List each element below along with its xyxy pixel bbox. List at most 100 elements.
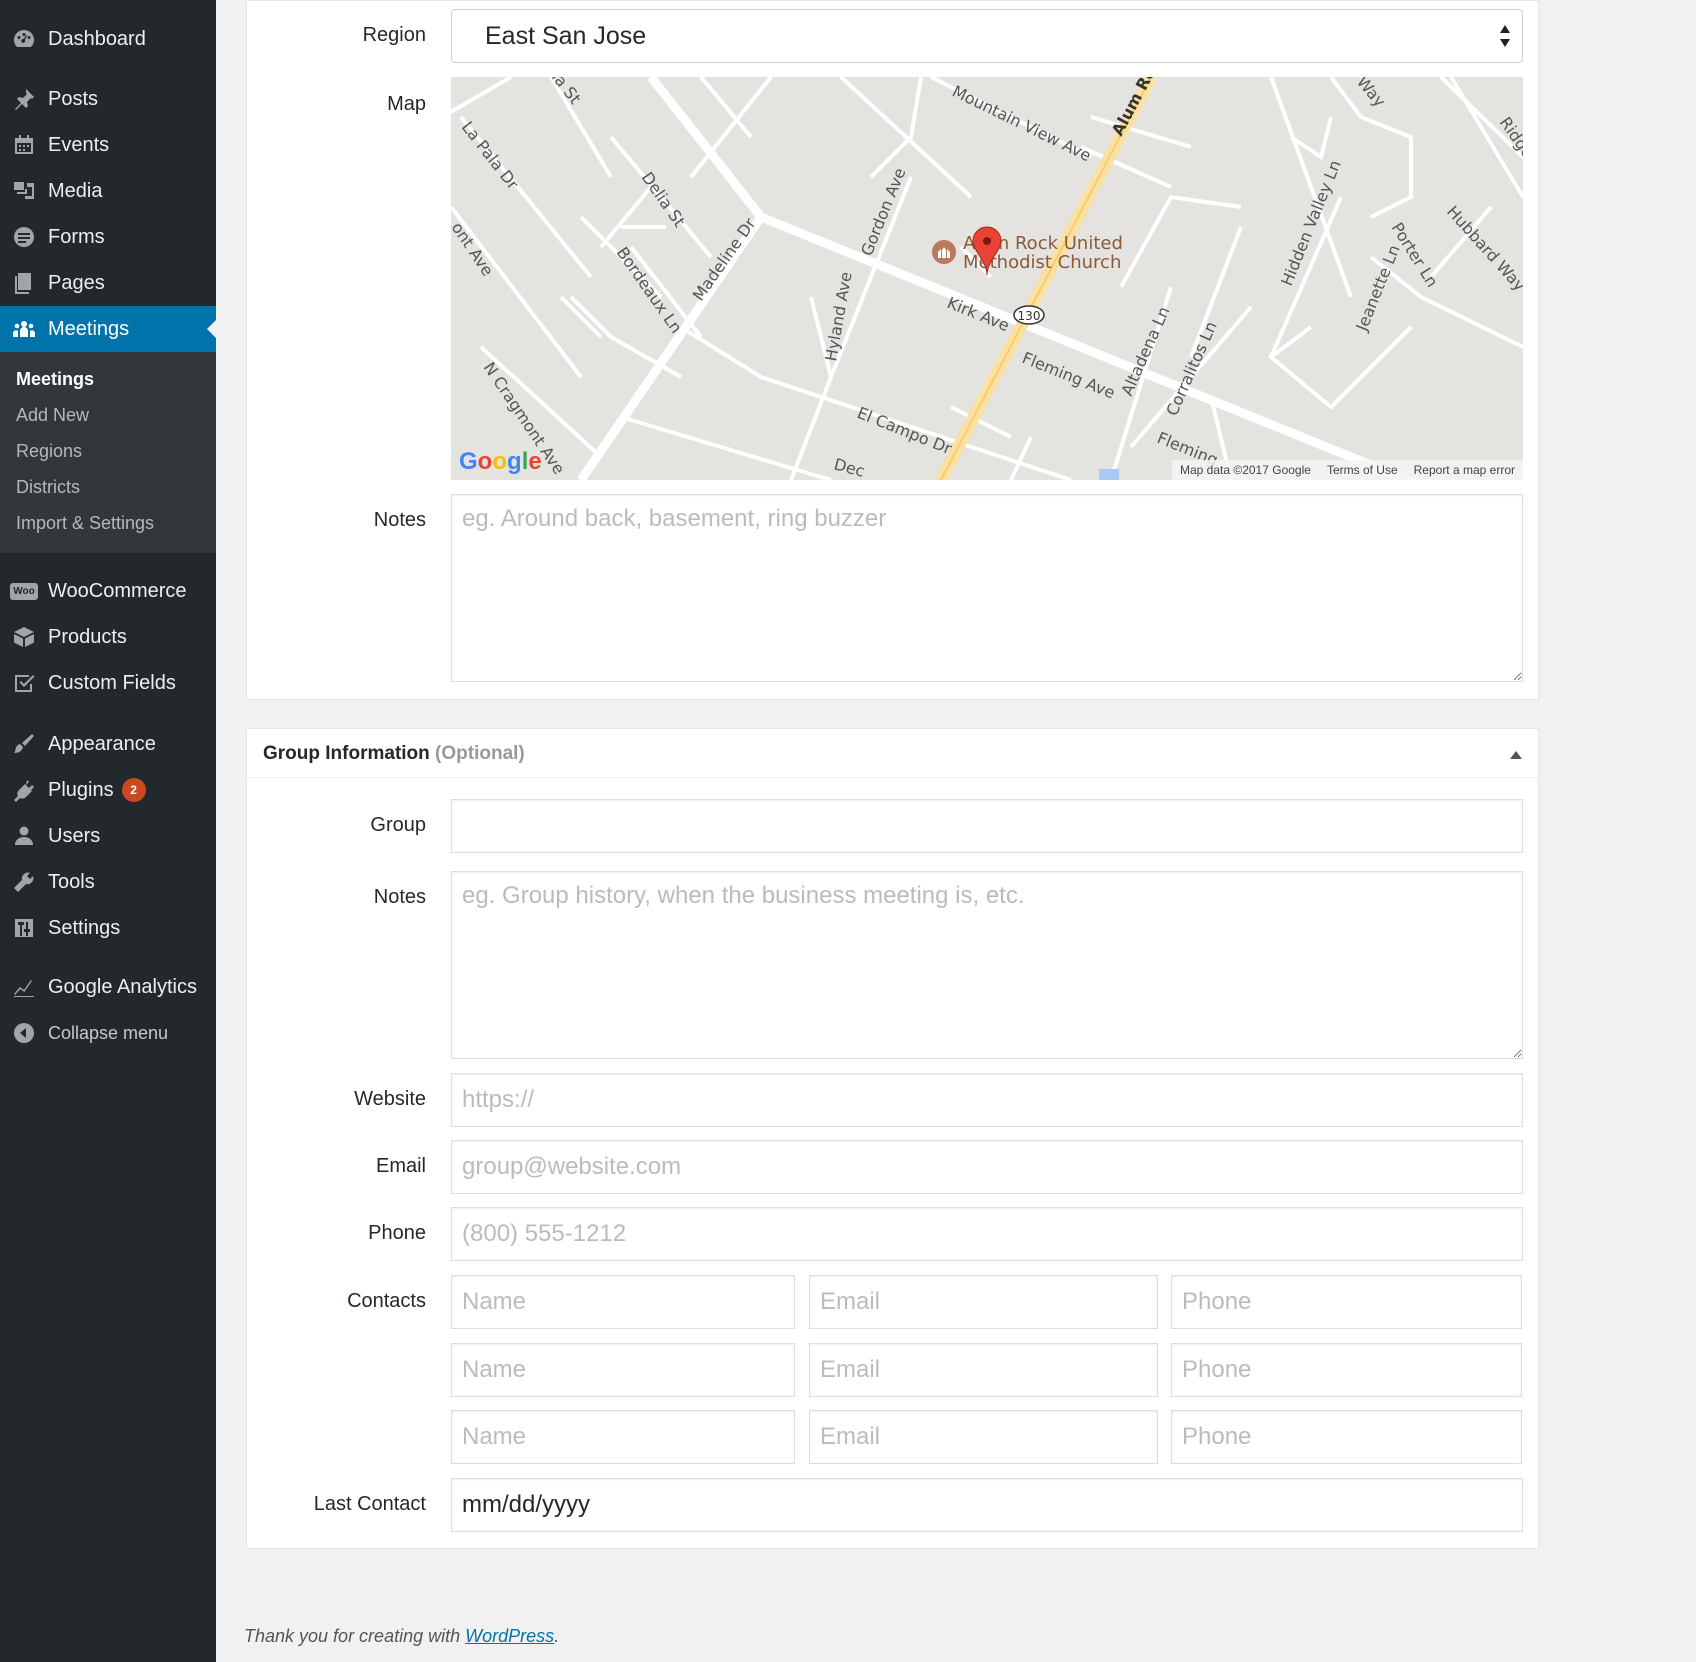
- brush-icon: [0, 732, 48, 756]
- menu-tools[interactable]: Tools: [0, 859, 216, 905]
- group-panel-title: Group Information (Optional): [263, 743, 525, 765]
- menu-plugins[interactable]: Plugins 2: [0, 767, 216, 813]
- admin-sidebar: Dashboard Posts Events Media Forms Pages…: [0, 0, 216, 1662]
- region-select[interactable]: East San Jose: [451, 9, 1523, 63]
- menu-forms[interactable]: Forms: [0, 214, 216, 260]
- footer-text: Thank you for creating with: [244, 1626, 461, 1646]
- dashboard-icon: [0, 27, 48, 51]
- contact-phone-input[interactable]: [1171, 1410, 1522, 1464]
- update-count-badge: 2: [121, 778, 146, 802]
- forms-icon: [0, 225, 48, 249]
- contact-email-input[interactable]: [809, 1343, 1158, 1397]
- menu-media[interactable]: Media: [0, 168, 216, 214]
- map-data-text: Map data ©2017 Google: [1180, 463, 1311, 477]
- calendar-icon: [0, 133, 48, 157]
- submenu-add-new[interactable]: Add New: [16, 405, 89, 426]
- select-arrows-icon: [1500, 25, 1510, 47]
- date-format-text: mm/dd/yyyy: [462, 1491, 591, 1518]
- submenu-meetings[interactable]: Meetings: [16, 369, 94, 390]
- menu-label: Google Analytics: [48, 975, 197, 998]
- menu-label: Forms: [48, 225, 105, 248]
- menu-label: Appearance: [48, 732, 156, 755]
- location-notes-label: Notes: [373, 509, 426, 531]
- menu-label: Tools: [48, 870, 95, 893]
- group-title-text: Group Information: [263, 743, 430, 764]
- menu-label: Plugins: [48, 778, 114, 801]
- map-label: Map: [387, 93, 426, 115]
- route-number: 130: [1018, 309, 1041, 323]
- menu-label: Dashboard: [48, 27, 146, 50]
- email-input[interactable]: [451, 1140, 1523, 1194]
- phone-label: Phone: [368, 1222, 426, 1244]
- menu-label: Media: [48, 179, 103, 202]
- collapse-arrow-icon[interactable]: [1510, 751, 1522, 759]
- website-input[interactable]: [451, 1073, 1523, 1127]
- menu-label: Meetings: [48, 317, 130, 340]
- contact-email-input[interactable]: [809, 1275, 1158, 1329]
- wrench-icon: [0, 870, 48, 894]
- google-logo: Google: [459, 448, 542, 475]
- region-label: Region: [362, 24, 426, 46]
- admin-footer: Thank you for creating with WordPress.: [244, 1626, 559, 1647]
- contact-name-input[interactable]: [451, 1410, 795, 1464]
- group-label: Group: [370, 814, 426, 836]
- menu-users[interactable]: Users: [0, 813, 216, 859]
- meetings-submenu: Meetings Add New Regions Districts Impor…: [0, 352, 216, 553]
- menu-appearance[interactable]: Appearance: [0, 721, 216, 767]
- menu-label: Posts: [48, 87, 99, 110]
- settings-icon: [0, 916, 48, 940]
- collapse-menu-button[interactable]: Collapse menu: [0, 1010, 216, 1056]
- menu-label: WooCommerce: [48, 579, 187, 602]
- group-panel-header[interactable]: Group Information (Optional): [247, 729, 1538, 778]
- plug-icon: [0, 778, 48, 802]
- menu-label: Users: [48, 824, 101, 847]
- menu-pages[interactable]: Pages: [0, 260, 216, 306]
- user-icon: [0, 824, 48, 848]
- submenu-import-settings[interactable]: Import & Settings: [16, 513, 154, 534]
- phone-input[interactable]: [451, 1207, 1523, 1261]
- menu-events[interactable]: Events: [0, 122, 216, 168]
- chart-line-icon: [0, 975, 48, 999]
- contact-phone-input[interactable]: [1171, 1343, 1522, 1397]
- contact-phone-input[interactable]: [1171, 1275, 1522, 1329]
- map-canvas: 130 La Pala Dr Delia St Bordeaux Ln Made…: [451, 77, 1523, 480]
- menu-woocommerce[interactable]: Woo WooCommerce: [0, 568, 216, 614]
- pages-icon: [0, 271, 48, 295]
- contact-email-input[interactable]: [809, 1410, 1158, 1464]
- menu-posts[interactable]: Posts: [0, 76, 216, 122]
- menu-settings[interactable]: Settings: [0, 905, 216, 951]
- terms-of-use-link[interactable]: Terms of Use: [1319, 463, 1406, 477]
- region-selected-value: East San Jose: [485, 21, 647, 50]
- email-label: Email: [375, 1155, 426, 1177]
- last-contact-date-input[interactable]: mm/dd/yyyy: [451, 1478, 1523, 1532]
- submenu-districts[interactable]: Districts: [16, 477, 80, 498]
- contact-name-input[interactable]: [451, 1343, 795, 1397]
- menu-label: Custom Fields: [48, 671, 176, 694]
- box-icon: [0, 625, 48, 649]
- website-label: Website: [354, 1088, 426, 1110]
- map-attribution: Map data ©2017 Google Terms of Use Repor…: [1172, 460, 1523, 480]
- group-notes-textarea[interactable]: [451, 871, 1523, 1059]
- checkbox-icon: [0, 671, 48, 695]
- menu-label: Events: [48, 133, 110, 156]
- last-contact-label: Last Contact: [313, 1493, 426, 1515]
- contact-name-input[interactable]: [451, 1275, 795, 1329]
- menu-google-analytics[interactable]: Google Analytics: [0, 964, 216, 1010]
- group-input[interactable]: [451, 799, 1523, 853]
- collapse-icon: [0, 1021, 48, 1045]
- location-map[interactable]: 130 La Pala Dr Delia St Bordeaux Ln Made…: [451, 77, 1523, 480]
- menu-dashboard[interactable]: Dashboard: [0, 16, 216, 62]
- woo-icon: Woo: [0, 582, 48, 600]
- submenu-regions[interactable]: Regions: [16, 441, 82, 462]
- location-notes-textarea[interactable]: [451, 494, 1523, 682]
- menu-custom-fields[interactable]: Custom Fields: [0, 660, 216, 706]
- menu-label: Settings: [48, 916, 121, 939]
- group-notes-label: Notes: [373, 886, 426, 908]
- wordpress-link[interactable]: WordPress: [465, 1626, 554, 1646]
- woo-icon-text: Woo: [10, 582, 38, 600]
- menu-label: Products: [48, 625, 127, 648]
- report-map-error-link[interactable]: Report a map error: [1406, 463, 1523, 477]
- menu-products[interactable]: Products: [0, 614, 216, 660]
- optional-text: (Optional): [435, 743, 525, 764]
- menu-meetings[interactable]: Meetings: [0, 306, 216, 352]
